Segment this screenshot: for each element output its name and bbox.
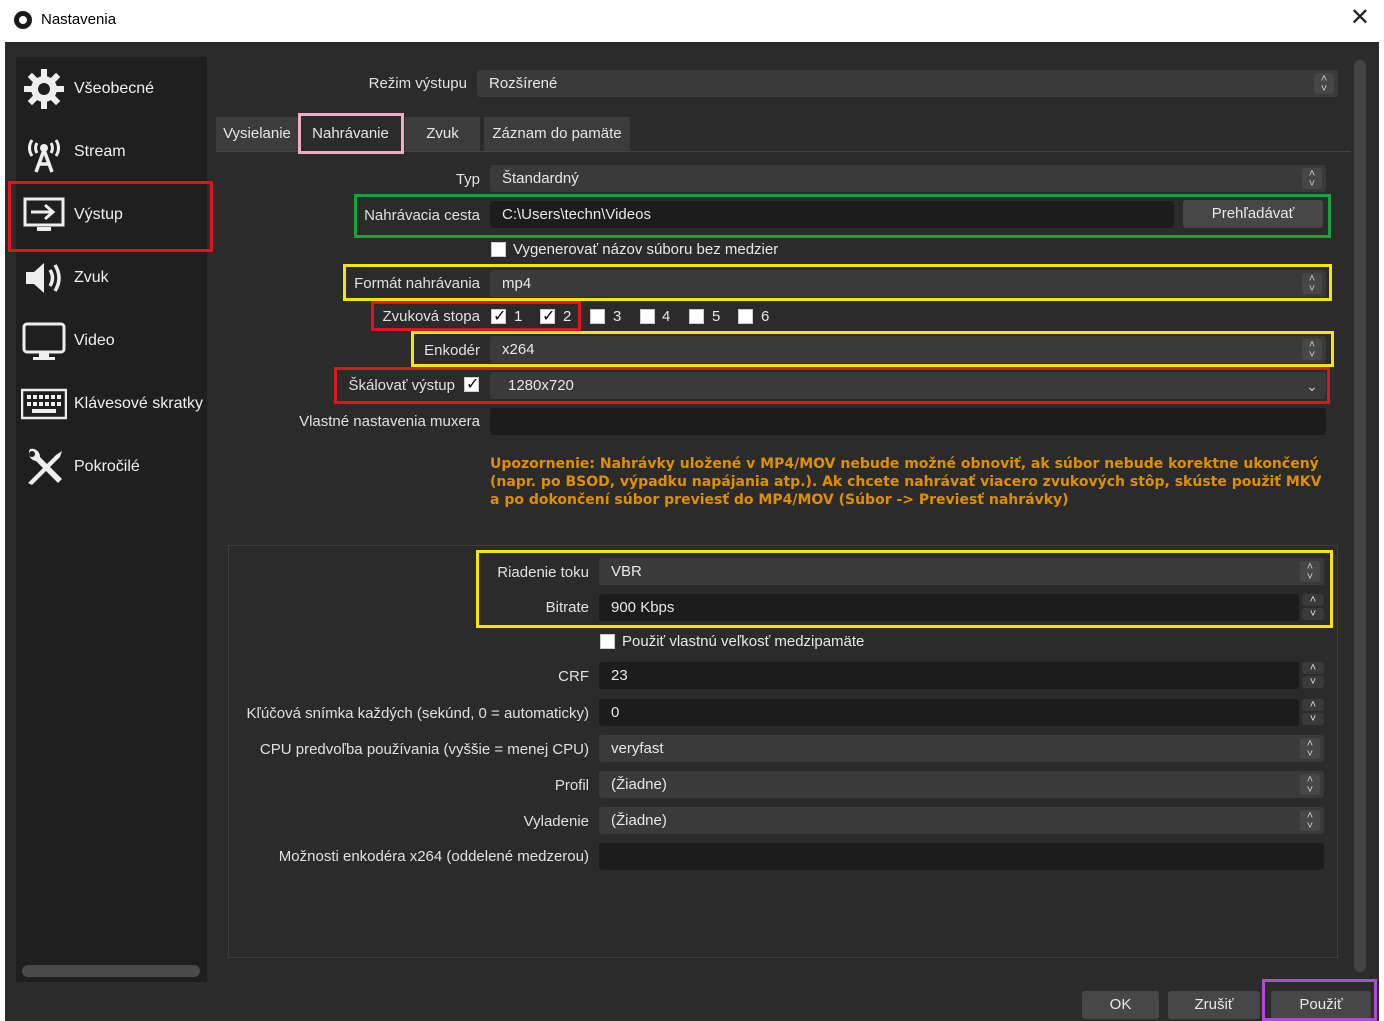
sidebar-item-video[interactable]: Video: [16, 313, 207, 369]
keyframe-input[interactable]: 0: [599, 699, 1299, 726]
nospace-checkbox[interactable]: [491, 242, 506, 257]
sidebar-item-label: Výstup: [74, 206, 123, 223]
updown-arrows-icon: ˄ ˅: [1314, 73, 1334, 95]
keyframe-spinner[interactable]: ˄ ˅: [1302, 699, 1324, 726]
updown-arrows-icon: ˄ ˅: [1300, 774, 1320, 796]
track-2-checkbox[interactable]: [540, 306, 555, 326]
sidebar-item-label: Zvuk: [74, 269, 109, 286]
tab-recording[interactable]: Nahrávanie: [300, 117, 401, 151]
type-select[interactable]: Štandardný ˄ ˅: [490, 165, 1326, 192]
updown-arrows-icon: ˄ ˅: [1300, 561, 1320, 583]
muxer-label: Vlastné nastavenia muxera: [299, 413, 480, 430]
gear-icon: [20, 65, 68, 113]
output-icon: [20, 191, 68, 239]
keyboard-icon: [20, 380, 68, 428]
track-3-checkbox[interactable]: [590, 309, 605, 324]
track-6-label: 6: [761, 308, 770, 325]
track-1-label: 1: [514, 308, 523, 325]
tune-label: Vyladenie: [523, 813, 589, 830]
warning-text: Upozornenie: Nahrávky uložené v MP4/MOV …: [490, 456, 1322, 508]
rate-control-select[interactable]: VBR ˄ ˅: [599, 558, 1324, 585]
sidebar-item-advanced[interactable]: Pokročilé: [16, 439, 207, 495]
track-5-checkbox[interactable]: [689, 309, 704, 324]
track-5-label: 5: [712, 308, 721, 325]
updown-arrows-icon: ˄ ˅: [1302, 339, 1322, 361]
keyframe-label: Kľúčová snímka každých (sekúnd, 0 = auto…: [246, 705, 589, 722]
updown-arrows-icon: ˄ ˅: [1302, 168, 1322, 190]
recording-path-input[interactable]: C:\Users\techn\Videos: [490, 201, 1174, 228]
output-mode-select[interactable]: Rozšírené ˄ ˅: [477, 70, 1338, 97]
x264-options-input[interactable]: [599, 843, 1324, 870]
bitrate-label: Bitrate: [545, 599, 589, 616]
cancel-button[interactable]: Zrušiť: [1168, 991, 1260, 1019]
muxer-input[interactable]: [490, 408, 1326, 435]
track-1-checkbox[interactable]: [491, 306, 506, 326]
apply-button[interactable]: Použiť: [1271, 991, 1371, 1019]
sidebar-item-output[interactable]: Výstup: [16, 187, 207, 243]
updown-arrows-icon: ˄ ˅: [1302, 273, 1322, 295]
profile-select[interactable]: (Žiadne) ˄ ˅: [599, 771, 1324, 798]
custom-buffer-label: Použiť vlastnú veľkosť medzipamäte: [622, 633, 865, 650]
crf-label: CRF: [558, 668, 589, 685]
format-select[interactable]: mp4 ˄ ˅: [490, 270, 1326, 297]
sidebar-scrollbar[interactable]: [22, 965, 200, 977]
bitrate-spinner[interactable]: ˄ ˅: [1302, 594, 1324, 621]
track-6-checkbox[interactable]: [738, 309, 753, 324]
speaker-icon: [20, 254, 68, 302]
window-title: Nastavenia: [41, 11, 117, 28]
close-icon[interactable]: ✕: [1350, 6, 1370, 30]
obs-logo-icon: [14, 11, 32, 29]
rescale-select[interactable]: 1280x720 ⌄: [490, 372, 1326, 399]
ok-button[interactable]: OK: [1082, 991, 1159, 1019]
tab-audio[interactable]: Zvuk: [405, 117, 480, 151]
updown-arrows-icon: ˄ ˅: [1300, 738, 1320, 760]
sidebar-item-label: Stream: [74, 143, 126, 160]
custom-buffer-checkbox[interactable]: [600, 634, 615, 649]
bitrate-input[interactable]: 900 Kbps: [599, 594, 1299, 621]
monitor-icon: [20, 317, 68, 365]
encoder-label: Enkodér: [424, 342, 480, 359]
profile-label: Profil: [554, 777, 589, 794]
chevron-down-icon: ⌄: [1306, 378, 1318, 394]
track-4-label: 4: [662, 308, 671, 325]
sidebar-item-audio[interactable]: Zvuk: [16, 250, 207, 306]
sidebar-item-label: Klávesové skratky: [74, 395, 203, 412]
sidebar-item-hotkeys[interactable]: Klávesové skratky: [16, 376, 207, 432]
crf-spinner[interactable]: ˄ ˅: [1302, 662, 1324, 689]
sidebar-item-general[interactable]: Všeobecné: [16, 61, 207, 117]
tab-replay-buffer[interactable]: Záznam do pamäte: [484, 117, 630, 151]
sidebar: Všeobecné Stream Výstup Zvuk Video Kláve…: [16, 57, 207, 982]
sidebar-item-stream[interactable]: Stream: [16, 124, 207, 180]
tab-divider: [216, 151, 1351, 152]
track-2-label: 2: [563, 308, 572, 325]
rate-control-label: Riadenie toku: [497, 564, 589, 581]
rescale-checkbox[interactable]: [464, 374, 479, 394]
nospace-label: Vygenerovať názov súboru bez medzier: [513, 241, 779, 258]
format-label: Formát nahrávania: [354, 275, 480, 292]
audio-track-label: Zvuková stopa: [382, 308, 480, 325]
crf-input[interactable]: 23: [599, 662, 1299, 689]
content-scrollbar[interactable]: [1354, 60, 1366, 972]
browse-button[interactable]: Prehľadávať: [1183, 200, 1323, 228]
output-mode-label: Režim výstupu: [368, 75, 467, 92]
x264-options-label: Možnosti enkodéra x264 (oddelené medzero…: [278, 848, 589, 865]
sidebar-item-label: Všeobecné: [74, 80, 155, 97]
tools-icon: [20, 443, 68, 491]
tab-streaming[interactable]: Vysielanie: [216, 117, 298, 151]
track-4-checkbox[interactable]: [640, 309, 655, 324]
cpu-preset-select[interactable]: veryfast ˄ ˅: [599, 735, 1324, 762]
title-bar: Nastavenia ✕: [0, 0, 1384, 42]
encoder-select[interactable]: x264 ˄ ˅: [490, 336, 1326, 363]
sidebar-item-label: Pokročilé: [74, 458, 140, 475]
antenna-icon: [20, 128, 68, 176]
recording-path-label: Nahrávacia cesta: [364, 207, 480, 224]
sidebar-item-label: Video: [74, 332, 115, 349]
cpu-preset-label: CPU predvoľba používania (vyššie = menej…: [259, 741, 589, 758]
updown-arrows-icon: ˄ ˅: [1300, 810, 1320, 832]
type-label: Typ: [455, 171, 480, 188]
tune-select[interactable]: (Žiadne) ˄ ˅: [599, 807, 1324, 834]
track-3-label: 3: [613, 308, 622, 325]
rescale-label: Škálovať výstup: [348, 377, 455, 394]
